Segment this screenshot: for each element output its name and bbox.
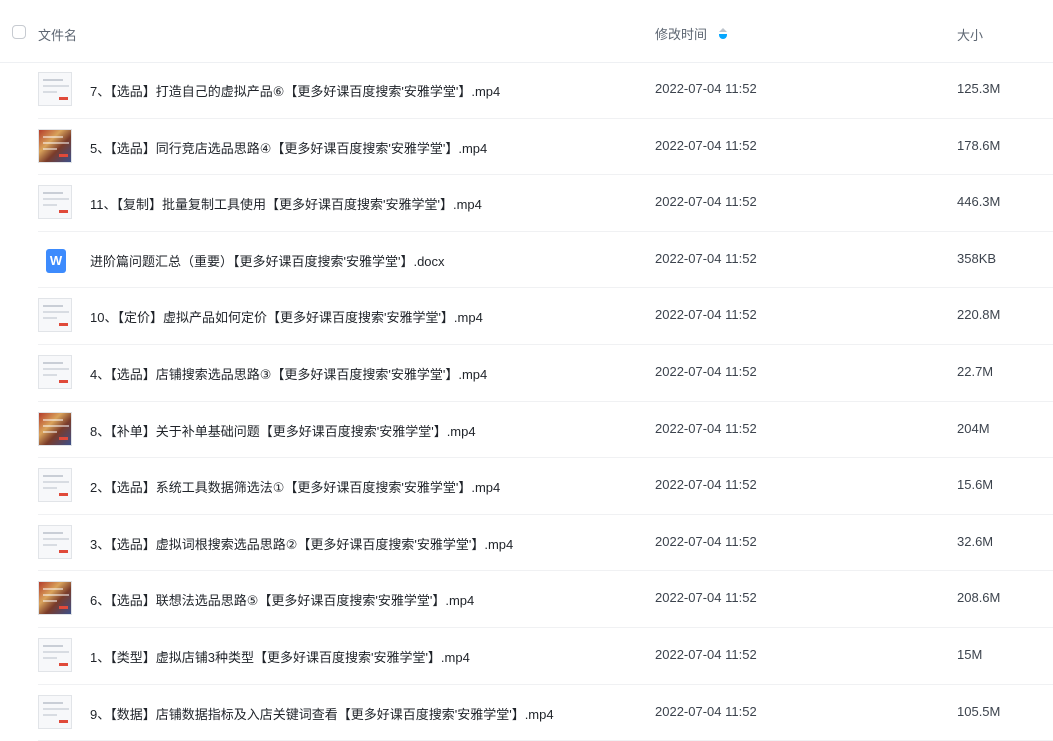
file-row[interactable]: 9、【数据】店铺数据指标及入店关键词查看【更多好课百度搜索'安雅学堂'】.mp4…	[38, 685, 1053, 741]
file-row[interactable]: 7、【选品】打造自己的虚拟产品⑥【更多好课百度搜索'安雅学堂'】.mp4 2022…	[38, 62, 1053, 119]
file-modified-time: 2022-07-04 11:52	[655, 420, 757, 436]
file-row[interactable]: 10、【定价】虚拟产品如何定价【更多好课百度搜索'安雅学堂'】.mp4 2022-…	[38, 288, 1053, 345]
file-row[interactable]: 1、【类型】虚拟店铺3种类型【更多好课百度搜索'安雅学堂'】.mp4 2022-0…	[38, 628, 1053, 685]
file-modified-time: 2022-07-04 11:52	[655, 477, 757, 493]
file-row[interactable]: 4、【选品】店铺搜索选品思路③【更多好课百度搜索'安雅学堂'】.mp4 2022-…	[38, 345, 1053, 402]
file-list: 7、【选品】打造自己的虚拟产品⑥【更多好课百度搜索'安雅学堂'】.mp4 2022…	[0, 62, 1053, 741]
file-size: 178.6M	[957, 137, 1001, 153]
file-name[interactable]: 3、【选品】虚拟词根搜索选品思路②【更多好课百度搜索'安雅学堂'】.mp4	[90, 534, 513, 553]
file-modified-time: 2022-07-04 11:52	[655, 250, 757, 266]
file-size: 220.8M	[957, 307, 1001, 323]
file-size: 446.3M	[957, 194, 1001, 210]
file-name[interactable]: 5、【选品】同行竞店选品思路④【更多好课百度搜索'安雅学堂'】.mp4	[90, 138, 487, 157]
file-modified-time: 2022-07-04 11:52	[655, 194, 757, 210]
file-list-header: 文件名 修改时间 大小	[0, 0, 1053, 63]
video-thumbnail-icon	[38, 354, 72, 389]
file-modified-time: 2022-07-04 11:52	[655, 703, 757, 719]
word-document-icon: W	[46, 248, 66, 273]
file-size: 32.6M	[957, 533, 994, 549]
file-size: 208.6M	[957, 590, 1001, 606]
file-size: 204M	[957, 420, 990, 436]
file-name[interactable]: 7、【选品】打造自己的虚拟产品⑥【更多好课百度搜索'安雅学堂'】.mp4	[90, 81, 500, 100]
video-thumbnail-icon	[38, 581, 72, 616]
file-name[interactable]: 4、【选品】店铺搜索选品思路③【更多好课百度搜索'安雅学堂'】.mp4	[90, 364, 487, 383]
file-modified-time: 2022-07-04 11:52	[655, 363, 757, 379]
sort-descending-icon[interactable]	[719, 27, 728, 40]
column-header-name[interactable]: 文件名	[38, 25, 77, 44]
file-modified-time: 2022-07-04 11:52	[655, 307, 757, 323]
file-row[interactable]: 5、【选品】同行竞店选品思路④【更多好课百度搜索'安雅学堂'】.mp4 2022-…	[38, 119, 1053, 176]
column-header-size[interactable]: 大小	[957, 25, 983, 44]
file-name[interactable]: 10、【定价】虚拟产品如何定价【更多好课百度搜索'安雅学堂'】.mp4	[90, 307, 483, 326]
video-thumbnail-icon	[38, 468, 72, 503]
file-modified-time: 2022-07-04 11:52	[655, 533, 757, 549]
file-name[interactable]: 进阶篇问题汇总（重要）【更多好课百度搜索'安雅学堂'】.docx	[90, 251, 445, 270]
file-name[interactable]: 11、【复制】批量复制工具使用【更多好课百度搜索'安雅学堂'】.mp4	[90, 194, 482, 213]
file-modified-time: 2022-07-04 11:52	[655, 137, 757, 153]
file-name[interactable]: 6、【选品】联想法选品思路⑤【更多好课百度搜索'安雅学堂'】.mp4	[90, 590, 474, 609]
file-size: 125.3M	[957, 81, 1001, 96]
file-modified-time: 2022-07-04 11:52	[655, 81, 757, 96]
file-name[interactable]: 8、【补单】关于补单基础问题【更多好课百度搜索'安雅学堂'】.mp4	[90, 421, 476, 440]
column-header-modified-label: 修改时间	[655, 27, 708, 42]
file-name[interactable]: 2、【选品】系统工具数据筛选法①【更多好课百度搜索'安雅学堂'】.mp4	[90, 477, 500, 496]
file-row[interactable]: 3、【选品】虚拟词根搜索选品思路②【更多好课百度搜索'安雅学堂'】.mp4 202…	[38, 515, 1053, 572]
file-size: 358KB	[957, 250, 997, 266]
file-size: 15.6M	[957, 477, 994, 493]
file-row[interactable]: 2、【选品】系统工具数据筛选法①【更多好课百度搜索'安雅学堂'】.mp4 2022…	[38, 458, 1053, 515]
video-thumbnail-icon	[38, 72, 72, 106]
file-row[interactable]: 6、【选品】联想法选品思路⑤【更多好课百度搜索'安雅学堂'】.mp4 2022-0…	[38, 571, 1053, 628]
video-thumbnail-icon	[38, 694, 72, 729]
video-thumbnail-icon	[38, 411, 72, 446]
file-modified-time: 2022-07-04 11:52	[655, 646, 757, 662]
select-all-checkbox[interactable]	[12, 25, 26, 39]
file-name[interactable]: 1、【类型】虚拟店铺3种类型【更多好课百度搜索'安雅学堂'】.mp4	[90, 647, 470, 666]
file-modified-time: 2022-07-04 11:52	[655, 590, 757, 606]
file-row[interactable]: W 进阶篇问题汇总（重要）【更多好课百度搜索'安雅学堂'】.docx 2022-07…	[38, 232, 1053, 289]
file-row[interactable]: 11、【复制】批量复制工具使用【更多好课百度搜索'安雅学堂'】.mp4 2022-…	[38, 175, 1053, 232]
file-size: 15M	[957, 646, 983, 662]
video-thumbnail-icon	[38, 637, 72, 672]
video-thumbnail-icon	[38, 298, 72, 333]
column-header-modified[interactable]: 修改时间	[655, 24, 728, 43]
video-thumbnail-icon	[38, 185, 72, 220]
file-name[interactable]: 9、【数据】店铺数据指标及入店关键词查看【更多好课百度搜索'安雅学堂'】.mp4	[90, 704, 554, 723]
file-size: 22.7M	[957, 363, 994, 379]
file-size: 105.5M	[957, 703, 1001, 719]
video-thumbnail-icon	[38, 524, 72, 559]
file-row[interactable]: 8、【补单】关于补单基础问题【更多好课百度搜索'安雅学堂'】.mp4 2022-0…	[38, 402, 1053, 459]
video-thumbnail-icon	[38, 128, 72, 163]
